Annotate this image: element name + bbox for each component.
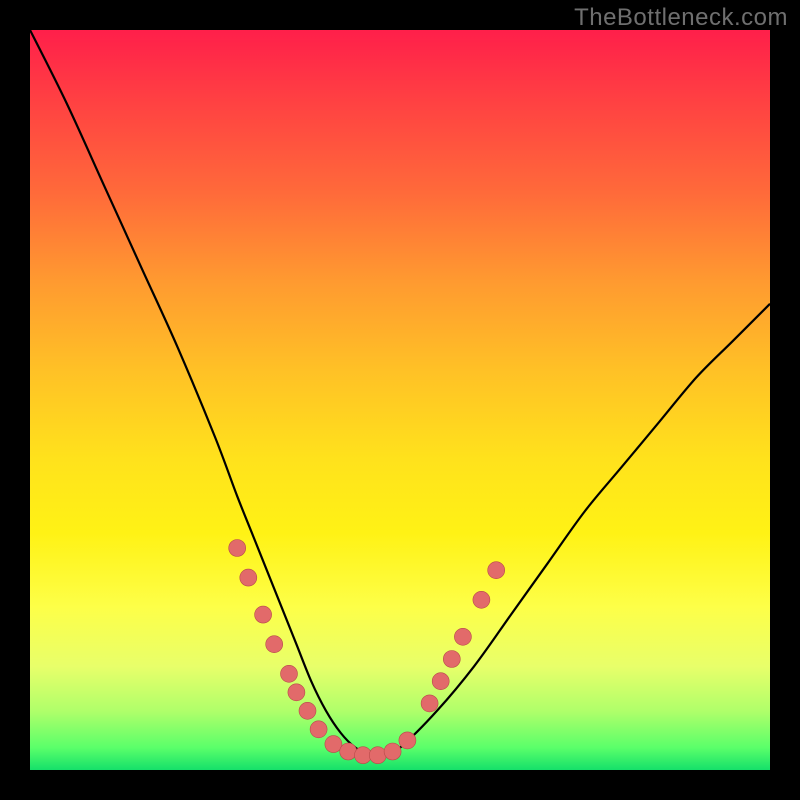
chart-outer-frame: TheBottleneck.com [0, 0, 800, 800]
curve-marker [384, 743, 401, 760]
curve-marker [266, 636, 283, 653]
curve-marker [399, 732, 416, 749]
curve-marker [369, 747, 386, 764]
curve-marker [255, 606, 272, 623]
watermark-label: TheBottleneck.com [574, 4, 788, 32]
chart-plot-area [30, 30, 770, 770]
curve-marker [443, 651, 460, 668]
curve-marker [229, 540, 246, 557]
curve-marker [355, 747, 372, 764]
curve-marker [299, 702, 316, 719]
curve-marker [288, 684, 305, 701]
curve-marker [454, 628, 471, 645]
curve-marker [421, 695, 438, 712]
curve-marker [488, 562, 505, 579]
curve-marker [281, 665, 298, 682]
chart-svg [30, 30, 770, 770]
curve-marker [240, 569, 257, 586]
marker-group [229, 540, 505, 764]
curve-marker [340, 743, 357, 760]
curve-marker [473, 591, 490, 608]
curve-marker [310, 721, 327, 738]
bottleneck-curve [30, 30, 770, 756]
curve-marker [432, 673, 449, 690]
curve-marker [325, 736, 342, 753]
